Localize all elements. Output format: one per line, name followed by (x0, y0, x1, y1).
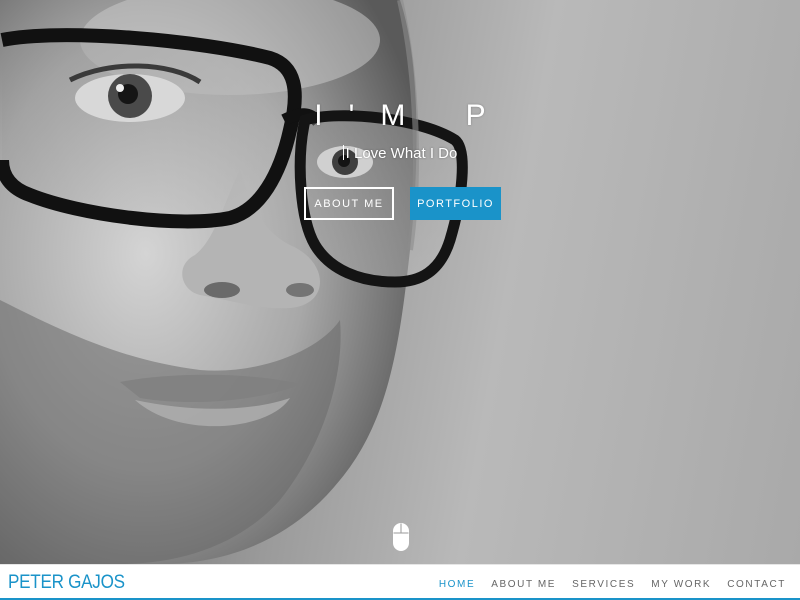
hero-subtitle: I Love What I Do (0, 144, 800, 164)
hero-content: I'M P I Love What I Do (0, 96, 800, 164)
nav-links: HOME ABOUT ME SERVICES MY WORK CONTACT (439, 574, 786, 592)
nav-link-services[interactable]: SERVICES (572, 579, 635, 590)
navbar: PETER GAJOS HOME ABOUT ME SERVICES MY WO… (0, 564, 800, 600)
nav-link-my-work[interactable]: MY WORK (651, 579, 711, 590)
about-me-button[interactable]: ABOUT ME (304, 187, 394, 220)
nav-link-about-me[interactable]: ABOUT ME (491, 579, 556, 590)
nav-link-home[interactable]: HOME (439, 579, 475, 590)
portrait-photo (0, 0, 468, 564)
hero-title: I'M P (314, 99, 512, 132)
mouse-icon[interactable] (392, 522, 410, 552)
hero-subtitle-text: I Love What I Do (345, 145, 458, 162)
hero-buttons: ABOUT ME PORTFOLIO (304, 187, 501, 220)
portfolio-button[interactable]: PORTFOLIO (410, 187, 501, 220)
nav-link-contact[interactable]: CONTACT (727, 579, 786, 590)
typing-cursor (342, 145, 344, 160)
hero-section: I'M P I Love What I Do ABOUT ME PORTFOLI… (0, 0, 800, 564)
brand-logo[interactable]: PETER GAJOS (8, 572, 125, 594)
